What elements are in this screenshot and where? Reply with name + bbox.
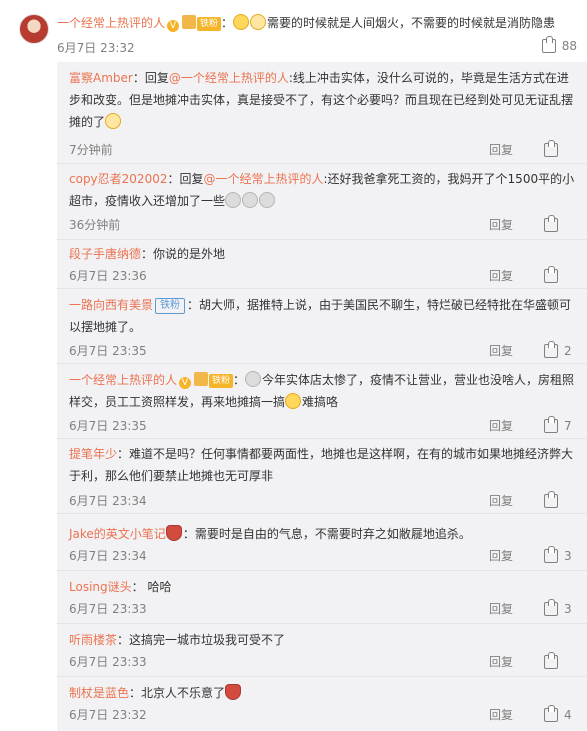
skull-emoji-icon <box>259 192 276 208</box>
like-button[interactable]: 7 <box>544 416 572 435</box>
reply-time: 6月7日 23:33 <box>69 655 147 669</box>
reply-time: 6月7日 23:32 <box>69 708 147 722</box>
reply-username[interactable]: copy忍者202002 <box>69 172 167 186</box>
divider <box>57 288 587 289</box>
divider <box>57 676 587 677</box>
member-icon <box>194 372 209 386</box>
thumb-up-icon <box>544 266 558 283</box>
skull-emoji-icon <box>225 192 242 208</box>
list-item: 提笔年少：难道不是吗？任何事情都要两面性，地摊也是这样啊，在有的城市如果地摊经济… <box>69 447 574 508</box>
main-like-count: 88 <box>561 39 577 53</box>
thumb-up-icon <box>544 140 558 157</box>
thumb-up-icon <box>544 599 558 616</box>
main-comment-time: 6月7日 23:32 <box>57 41 135 55</box>
grin-emoji-icon <box>233 14 250 30</box>
thumb-up-icon <box>544 705 558 722</box>
like-button[interactable] <box>544 491 564 510</box>
list-item: 一路向西有美景 铁粉 ：胡大师，据推特上说，由于美国民不聊生，特烂破已经特批在华盛顿… <box>69 298 572 358</box>
skull-emoji-icon <box>245 371 262 387</box>
emoji-icon <box>165 525 182 541</box>
thumb-up-icon <box>544 491 558 508</box>
fan-badge: 铁粉 <box>155 298 186 314</box>
like-button[interactable] <box>544 140 564 159</box>
like-button[interactable]: 4 <box>544 705 572 724</box>
reply-button[interactable]: 回复 <box>489 267 513 285</box>
reply-username[interactable]: 听雨楼茶 <box>69 633 117 647</box>
fan-badge: 铁粉 <box>197 17 222 31</box>
member-icon <box>182 15 197 29</box>
list-item: 段子手唐纳德：你说的是外地 6月7日 23:36 回复 <box>69 243 575 283</box>
reply-time: 6月7日 23:35 <box>69 419 147 433</box>
reply-button[interactable]: 回复 <box>489 216 513 234</box>
reply-button[interactable]: 回复 <box>489 653 513 671</box>
mention-link[interactable]: @一个经常上热评的人 <box>169 71 289 85</box>
reply-time: 6月7日 23:33 <box>69 602 147 616</box>
like-button[interactable] <box>544 652 564 671</box>
avatar[interactable] <box>19 14 49 44</box>
reply-button[interactable]: 回复 <box>489 600 513 618</box>
list-item: 听雨楼茶：这搞完一城市垃圾我可受不了 6月7日 23:33 回复 <box>69 629 575 669</box>
reply-time: 6月7日 23:34 <box>69 549 147 563</box>
reply-button[interactable]: 回复 <box>489 706 513 724</box>
divider <box>57 163 587 164</box>
skull-emoji-icon <box>242 192 259 208</box>
divider <box>57 513 587 514</box>
fan-badge: 铁粉 <box>209 374 234 388</box>
thumb-up-icon <box>544 416 558 433</box>
reply-time: 7分钟前 <box>69 143 113 157</box>
reply-time: 6月7日 23:36 <box>69 269 147 283</box>
main-like-button[interactable]: 88 <box>541 36 577 53</box>
reply-time: 6月7日 23:34 <box>69 494 147 508</box>
thumb-up-icon <box>544 546 558 563</box>
like-button[interactable] <box>544 215 564 234</box>
reply-time: 36分钟前 <box>69 218 121 232</box>
verified-icon: V <box>167 20 180 32</box>
divider <box>57 438 587 439</box>
main-username[interactable]: 一个经常上热评的人 <box>57 16 165 30</box>
sweat-emoji-icon <box>250 14 267 30</box>
list-item: copy忍者202002：回复@一个经常上热评的人:还好我爸拿死工资的，我妈开了… <box>69 172 575 232</box>
reply-username[interactable]: 段子手唐纳德 <box>69 247 141 261</box>
thumb-up-icon <box>544 341 558 358</box>
main-comment: 一个经常上热评的人 V 铁粉：需要的时候就是人间烟火，不需要的时候就是消防隐患 <box>57 14 556 32</box>
reply-button[interactable]: 回复 <box>489 547 513 565</box>
divider <box>57 570 587 571</box>
reply-button[interactable]: 回复 <box>489 141 513 159</box>
reply-username[interactable]: 富察Amber <box>69 71 133 85</box>
reply-button[interactable]: 回复 <box>489 492 513 510</box>
thumb-up-icon <box>541 36 556 53</box>
thumb-up-icon <box>544 215 558 232</box>
list-item: 一个经常上热评的人 V 铁粉：今年实体店太惨了，疫情不让营业，营业也没啥人，房租照样… <box>69 371 575 433</box>
emoji-icon <box>105 113 122 129</box>
like-button[interactable]: 2 <box>544 341 572 360</box>
list-item: Jake的英文小笔记 ：需要时是自由的气息，不需要时弃之如敝屣地追杀。 6月7日 … <box>69 525 572 563</box>
mention-link[interactable]: @一个经常上热评的人 <box>203 172 323 186</box>
grin-emoji-icon <box>285 393 302 409</box>
divider <box>57 363 587 364</box>
reply-list: 富察Amber：回复@一个经常上热评的人:线上冲击实体，没什么可说的，毕竟是生活… <box>57 62 587 731</box>
divider <box>57 239 587 240</box>
thumb-up-icon <box>544 652 558 669</box>
like-button[interactable]: 3 <box>544 599 572 618</box>
reply-button[interactable]: 回复 <box>489 342 513 360</box>
list-item: 制杖是蓝色：北京人不乐意了 6月7日 23:32 回复 4 <box>69 684 572 722</box>
reply-time: 6月7日 23:35 <box>69 344 147 358</box>
reply-username[interactable]: Losing谜头 <box>69 580 132 594</box>
divider <box>57 623 587 624</box>
like-button[interactable]: 3 <box>544 546 572 565</box>
reply-username[interactable]: Jake的英文小笔记 <box>69 527 166 541</box>
emoji-icon <box>225 684 242 700</box>
reply-username[interactable]: 一个经常上热评的人 <box>69 373 177 387</box>
verified-icon: V <box>179 377 192 389</box>
list-item: Losing谜头： 哈哈 6月7日 23:33 回复 3 <box>69 580 572 616</box>
reply-username[interactable]: 制杖是蓝色 <box>69 686 129 700</box>
list-item: 富察Amber：回复@一个经常上热评的人:线上冲击实体，没什么可说的，毕竟是生活… <box>69 71 574 157</box>
like-button[interactable] <box>544 266 564 285</box>
reply-button[interactable]: 回复 <box>489 417 513 435</box>
reply-username[interactable]: 一路向西有美景 <box>69 298 153 312</box>
reply-username[interactable]: 提笔年少 <box>69 447 117 461</box>
main-comment-text: 需要的时候就是人间烟火，不需要的时候就是消防隐患 <box>267 16 556 30</box>
